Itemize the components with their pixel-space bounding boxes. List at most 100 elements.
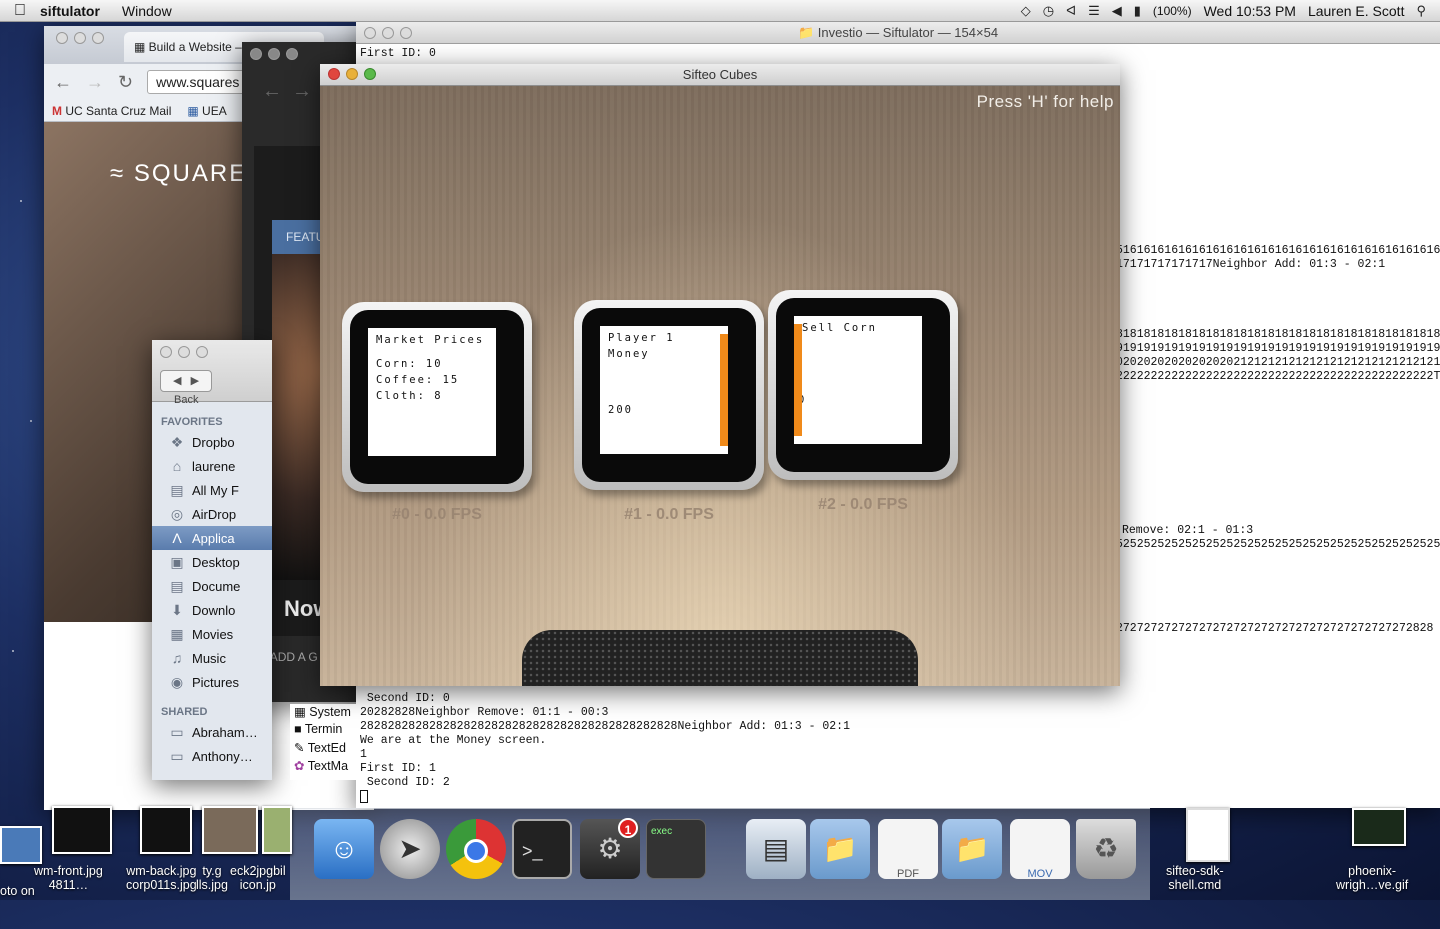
terminal-line: 8181818181818181818181818181818181818181…	[1116, 328, 1440, 341]
desktop-file-thumbnail[interactable]	[0, 826, 42, 864]
minimize-button[interactable]	[74, 32, 86, 44]
terminal-line: 2727272727272727272727272727272727272727…	[1116, 622, 1434, 635]
siftulator-window[interactable]: Sifteo Cubes Press 'H' for help Market P…	[320, 64, 1120, 686]
sidebar-item-home[interactable]: ⌂ laurene	[152, 454, 272, 478]
featured-tab[interactable]: FEATU	[272, 220, 324, 254]
desktop-file-thumbnail[interactable]	[1186, 808, 1230, 862]
desktop-file-thumbnail[interactable]	[202, 806, 258, 854]
terminal-line: 0202020202020202021212121212121212121212…	[1116, 356, 1440, 369]
sidebar-item-shared-abraham[interactable]: ▭ Abraham…	[152, 720, 272, 744]
trash-icon[interactable]: ♻	[1076, 819, 1136, 879]
user-menu[interactable]: Lauren E. Scott	[1308, 3, 1405, 19]
downloads-icon: ⬇	[171, 601, 183, 618]
battery-icon[interactable]: ▮	[1134, 3, 1141, 19]
shared-header: SHARED	[161, 706, 208, 718]
desktop-file-label[interactable]: wm-front.jpg 4811…	[34, 864, 103, 892]
mov-icon[interactable]: MOV	[1010, 819, 1070, 880]
sidebar-item-documents[interactable]: ▤ Docume	[152, 574, 272, 598]
back-arrow-icon[interactable]: ←	[262, 80, 282, 103]
zoom-button[interactable]	[364, 68, 376, 80]
desktop-file-label[interactable]: sifteo-sdk- shell.cmd	[1166, 864, 1224, 892]
tab-title: Build a Website –	[148, 40, 242, 54]
terminal-line: 5161616161616161616161616161616161616161…	[1116, 244, 1440, 257]
wifi-icon[interactable]: ☰	[1088, 3, 1100, 19]
bookmark-ucsc-mail[interactable]: M UC Santa Cruz Mail	[52, 104, 171, 118]
desktop-file-thumbnail[interactable]	[262, 806, 292, 854]
app-item-textmate[interactable]: ✿ TextMa	[294, 758, 356, 776]
sell-bar	[794, 324, 802, 436]
terminal-line: First ID: 1	[360, 762, 436, 775]
window-title: Sifteo Cubes	[682, 67, 758, 82]
siftulator-titlebar: Sifteo Cubes	[320, 64, 1120, 86]
folder-icon[interactable]: 📁	[942, 819, 1002, 879]
sidebar-item-pictures[interactable]: ◉ Pictures	[152, 670, 272, 694]
volume-icon[interactable]: ◀	[1112, 3, 1122, 19]
terminal-line: Second ID: 0	[360, 692, 450, 705]
back-arrow-icon[interactable]: ←	[54, 72, 72, 93]
sidebar-item-dropbox[interactable]: ❖ Dropbo	[152, 430, 272, 454]
sidebar-item-all-my-files[interactable]: ▤ All My F	[152, 478, 272, 502]
folder-icon[interactable]: 📁	[810, 819, 870, 879]
sifteo-cube-0[interactable]: Market Prices Corn: 10 Coffee: 15 Cloth:…	[342, 302, 532, 492]
dropbox-status-icon[interactable]: ◇	[1021, 3, 1031, 19]
chrome-icon[interactable]	[446, 819, 506, 879]
app-item-textedit[interactable]: ✎ TextEd	[294, 740, 356, 758]
stack-icon[interactable]: ▤	[746, 819, 806, 879]
finder-sidebar: FAVORITES ❖ Dropbo ⌂ laurene ▤ All My F ◎ Ai…	[152, 412, 272, 768]
launchpad-icon[interactable]: ➤	[380, 819, 440, 879]
sidebar-item-music[interactable]: ♫ Music	[152, 646, 272, 670]
spotlight-search-icon[interactable]: ⚲	[1416, 3, 1426, 19]
pdf-icon[interactable]: PDF	[878, 819, 938, 880]
desktop-file-thumbnail[interactable]	[140, 806, 192, 854]
gmail-icon: M	[52, 103, 66, 118]
desktop-file-thumbnail[interactable]	[1352, 808, 1406, 846]
console-icon[interactable]: exec	[646, 819, 706, 879]
terminal-line: Remove: 02:1 - 01:3	[1122, 524, 1254, 537]
back-forward-buttons[interactable]: ◀ ▶	[160, 370, 212, 392]
sifteo-cube-1[interactable]: Player 1 Money 200	[574, 300, 764, 490]
terminal-title: Investio — Siftulator — 154×54	[817, 25, 999, 40]
desktop-file-thumbnail[interactable]	[52, 806, 112, 854]
app-icon: ▦	[294, 705, 310, 719]
close-button[interactable]	[56, 32, 68, 44]
squarespace-logo: ≈ SQUARE	[110, 160, 248, 187]
app-item-terminal[interactable]: ■ Termin	[294, 722, 356, 740]
desktop-file-label[interactable]: eck2jpgbil icon.jp	[230, 864, 286, 892]
terminal-titlebar: 📁 Investio — Siftulator — 154×54	[356, 22, 1440, 44]
apple-menu-icon[interactable]: 	[0, 2, 40, 20]
app-menu[interactable]: siftulator	[40, 3, 100, 19]
terminal-line: 1	[360, 748, 367, 761]
music-icon: ♫	[171, 650, 183, 666]
time-machine-icon[interactable]: ◷	[1043, 3, 1054, 19]
terminal-cursor[interactable]	[360, 790, 368, 803]
money-bar	[720, 334, 728, 446]
close-button[interactable]	[328, 68, 340, 80]
finder-window[interactable]: ◀ ▶ Back FAVORITES ❖ Dropbo ⌂ laurene ▤ All…	[152, 340, 272, 780]
app-item-system[interactable]: ▦ System	[294, 704, 356, 722]
sidebar-item-shared-anthony[interactable]: ▭ Anthony…	[152, 744, 272, 768]
sidebar-item-movies[interactable]: ▦ Movies	[152, 622, 272, 646]
desktop-file-label[interactable]: phoenix- wrigh…ve.gif	[1336, 864, 1408, 892]
forward-arrow-icon[interactable]: →	[86, 72, 104, 93]
sifteo-cube-2[interactable]: Sell Corn 0	[768, 290, 958, 480]
terminal-line: 17171717171717Neighbor Add: 01:3 - 02:1	[1116, 258, 1386, 271]
reload-icon[interactable]: ↻	[118, 72, 133, 93]
bookmark-uea[interactable]: ▦ UEA	[187, 104, 226, 118]
window-menu[interactable]: Window	[122, 3, 172, 19]
sidebar-item-downloads[interactable]: ⬇ Downlo	[152, 598, 272, 622]
bluetooth-icon[interactable]: ᐊ	[1066, 3, 1076, 19]
zoom-button[interactable]	[92, 32, 104, 44]
desktop-file-label[interactable]: oto on	[0, 884, 35, 898]
terminal-icon[interactable]: >_	[512, 819, 572, 879]
desktop-file-label[interactable]: wm-back.jpg corp011s.jpg	[126, 864, 197, 892]
forward-arrow-icon[interactable]: →	[292, 80, 312, 103]
finder-titlebar: ◀ ▶ Back	[152, 340, 272, 406]
minimize-button[interactable]	[346, 68, 358, 80]
sidebar-item-desktop[interactable]: ▣ Desktop	[152, 550, 272, 574]
menu-clock[interactable]: Wed 10:53 PM	[1204, 3, 1296, 19]
terminal-line: First ID: 0	[360, 47, 436, 60]
finder-icon[interactable]: ☺	[314, 819, 374, 879]
desktop-file-label[interactable]: ty.g lls.jpg	[196, 864, 228, 892]
sidebar-item-applications[interactable]: Λ Applica	[152, 526, 272, 550]
sidebar-item-airdrop[interactable]: ◎ AirDrop	[152, 502, 272, 526]
